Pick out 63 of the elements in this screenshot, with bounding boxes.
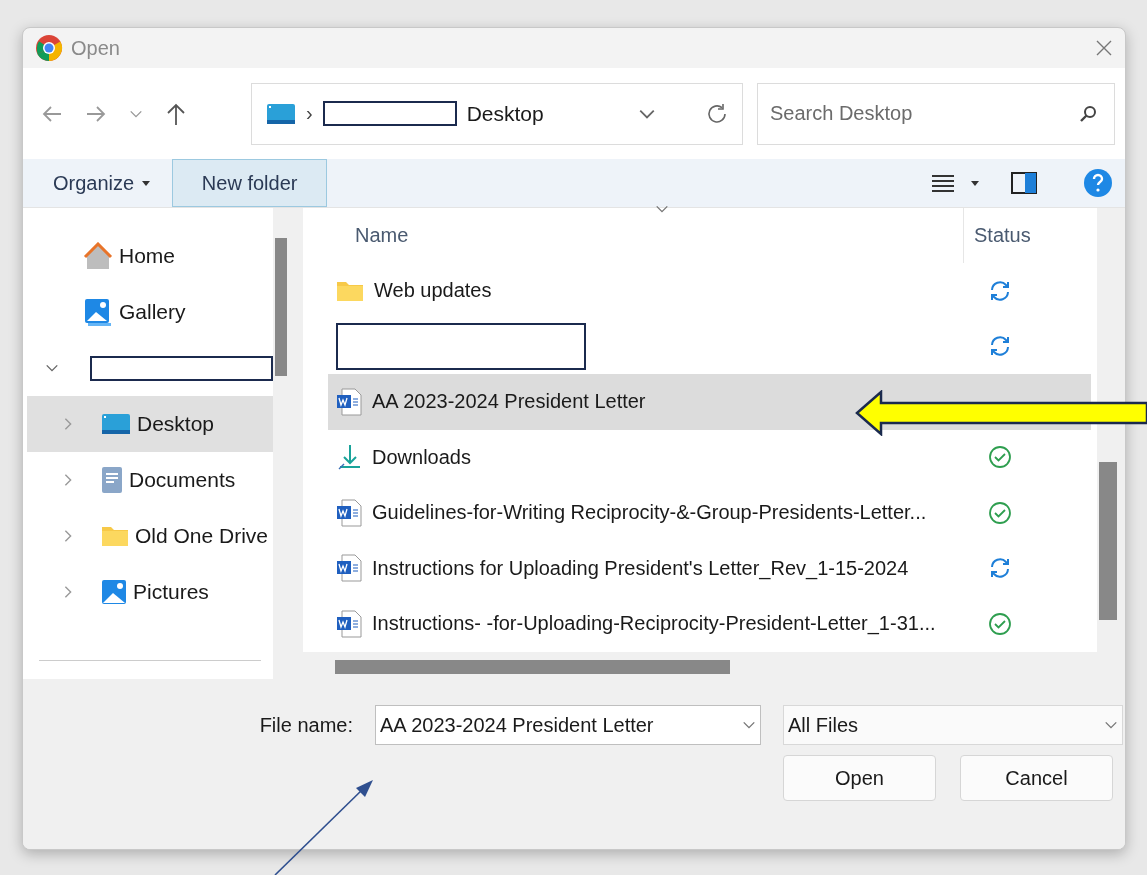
scrollbar[interactable] bbox=[1097, 208, 1125, 679]
image-icon bbox=[83, 297, 113, 327]
address-bar[interactable]: › Desktop bbox=[251, 82, 743, 145]
sync-icon bbox=[988, 334, 1012, 359]
file-name: Web updates bbox=[374, 279, 492, 303]
image-icon bbox=[101, 579, 127, 605]
sync-icon bbox=[988, 278, 1012, 303]
preview-pane-button[interactable] bbox=[1011, 172, 1037, 194]
file-type-dropdown[interactable]: All Files bbox=[783, 705, 1123, 745]
file-name: Instructions for Uploading President's Letter_Rev_1-15-2024 bbox=[372, 556, 909, 580]
check-circle-icon bbox=[988, 611, 1012, 636]
organize-menu[interactable]: Organize bbox=[43, 165, 161, 201]
window-title: Open bbox=[71, 36, 121, 60]
download-icon bbox=[336, 443, 362, 472]
breadcrumb-separator: › bbox=[306, 102, 313, 126]
file-name: AA 2023-2024 President Letter bbox=[372, 390, 646, 414]
caret-icon bbox=[971, 180, 979, 186]
refresh-button[interactable] bbox=[706, 102, 728, 125]
word-document-icon bbox=[336, 609, 362, 638]
dialog-button[interactable]: Open bbox=[783, 755, 936, 801]
back-button[interactable] bbox=[41, 103, 63, 124]
file-name: Instructions- -for-Uploading-Reciprocity-President-Letter_1-31... bbox=[372, 612, 936, 636]
view-options-button[interactable] bbox=[931, 173, 979, 193]
column-header[interactable]: Name bbox=[355, 224, 963, 247]
search-field[interactable]: Search Desktop bbox=[757, 82, 1115, 145]
word-document-icon bbox=[336, 554, 362, 583]
word-document-icon bbox=[336, 498, 362, 527]
file-row[interactable]: Web updates bbox=[328, 263, 1091, 319]
caret-icon bbox=[142, 180, 151, 186]
forward-button[interactable] bbox=[85, 103, 107, 124]
help-button[interactable] bbox=[1083, 168, 1113, 198]
new-folder-button[interactable]: New folder bbox=[172, 159, 328, 207]
file-row[interactable]: Guidelines-for-Writing Reciprocity-&-Group-Presidents-Letter... bbox=[328, 485, 1091, 541]
word-document-icon bbox=[336, 387, 362, 416]
house-icon bbox=[83, 242, 113, 270]
sidebar-item[interactable]: Desktop bbox=[27, 396, 273, 452]
file-name-field[interactable]: AA 2023-2024 President Letter bbox=[375, 705, 761, 745]
field-label: File name: bbox=[259, 713, 353, 737]
dialog-button[interactable]: Cancel bbox=[960, 755, 1113, 801]
file-name: Downloads bbox=[372, 445, 471, 469]
close-button[interactable] bbox=[1095, 39, 1113, 58]
check-circle-icon bbox=[988, 500, 1012, 525]
desktop-icon bbox=[101, 413, 131, 435]
file-name: Guidelines-for-Writing Reciprocity-&-Group-Presidents-Letter... bbox=[372, 501, 927, 525]
check-circle-icon bbox=[988, 445, 1012, 470]
sidebar-item[interactable]: Old One Drive bbox=[27, 508, 273, 564]
sync-icon bbox=[988, 556, 1012, 581]
file-row[interactable]: Instructions- -for-Uploading-Reciprocity-President-Letter_1-31... bbox=[328, 596, 1091, 652]
sidebar-item[interactable]: Pictures bbox=[27, 564, 273, 620]
scrollbar[interactable] bbox=[273, 208, 303, 679]
document-icon bbox=[101, 466, 123, 494]
folder-icon bbox=[101, 524, 129, 548]
sidebar-item[interactable]: Documents bbox=[27, 452, 273, 508]
breadcrumb-item[interactable]: Desktop bbox=[466, 101, 628, 126]
up-button[interactable] bbox=[165, 101, 187, 126]
desktop-icon bbox=[266, 102, 296, 125]
sidebar-item[interactable]: Gallery bbox=[27, 284, 273, 340]
search-icon[interactable] bbox=[1079, 104, 1097, 123]
file-row[interactable]: Instructions for Uploading President's Letter_Rev_1-15-2024 bbox=[328, 540, 1091, 596]
column-header[interactable]: Status bbox=[974, 224, 1031, 247]
file-row[interactable]: Downloads bbox=[328, 429, 1091, 485]
sidebar-item[interactable]: Home bbox=[27, 228, 273, 284]
browser-logo-icon bbox=[35, 34, 63, 63]
